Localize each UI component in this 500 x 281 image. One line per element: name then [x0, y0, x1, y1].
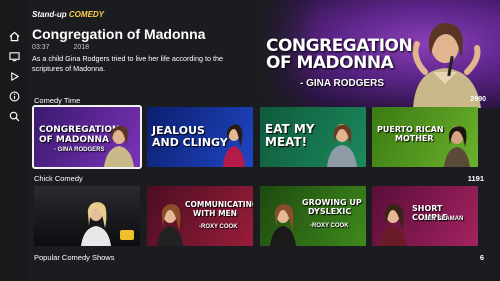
row-count: 6 [479, 253, 484, 262]
row-count: 1191 [467, 174, 484, 183]
comedian-illustration [412, 22, 481, 108]
sidebar [0, 0, 28, 281]
tile-puerto-rican-mother[interactable]: PUERTO RICAN MOTHER [372, 107, 478, 167]
page-title: Congregation of Madonna [32, 26, 206, 42]
year: 2018 [73, 44, 90, 51]
row-label: Comedy Time [34, 96, 81, 105]
comedian-thumbnail [157, 204, 183, 246]
search-icon [9, 111, 19, 121]
tile-title: PUERTO RICAN MOTHER [377, 125, 444, 143]
app-logo: Stand-up COMEDY [32, 10, 105, 19]
comedian-thumbnail [444, 126, 470, 167]
hero-art-byline: - GINA RODGERS [300, 78, 385, 89]
nav-search[interactable] [8, 110, 20, 122]
duration: 03:37 [32, 44, 50, 51]
featured-meta: 03:37 2018 [32, 44, 89, 51]
tile-title: COMMUNICATING WITH MEN [185, 200, 253, 218]
tile-title: GROWING UP DYSLEXIC [302, 198, 362, 216]
info-icon [9, 91, 19, 101]
row-label: Chick Comedy [34, 174, 83, 183]
tile-communicating-with-men[interactable]: COMMUNICATING WITH MEN -ROXY COOK [147, 186, 253, 246]
tile-byline: -JEN SEAMAN [422, 216, 464, 222]
comedian-thumbnail [223, 124, 245, 167]
nav-home[interactable] [8, 30, 20, 42]
tile-byline: -ROXY COOK [199, 224, 238, 230]
comedian-thumbnail [104, 125, 134, 167]
tile-jealous-and-clingy[interactable]: JEALOUS AND CLINGY [147, 107, 253, 167]
tv-icon [8, 51, 20, 61]
tile-chick-comedy-1[interactable] [34, 186, 140, 246]
home-icon [9, 31, 19, 41]
comedian-thumbnail [327, 124, 357, 167]
channel-badge [120, 230, 134, 240]
hero-count: 2990 [470, 96, 486, 103]
hero-art-title: CONGREGATION OF MADONNA [266, 36, 413, 73]
tile-short-couple[interactable]: SHORT COUPLE -JEN SEAMAN [372, 186, 478, 246]
nav-tv[interactable] [8, 50, 20, 62]
tile-growing-up-dyslexic[interactable]: GROWING UP DYSLEXIC -ROXY COOK [260, 186, 366, 246]
comedian-thumbnail [270, 204, 296, 246]
comedian-thumbnail [81, 202, 111, 246]
hero-banner: CONGREGATION OF MADONNA - GINA RODGERS 2… [258, 0, 500, 108]
tile-congregation-of-madonna[interactable]: CONGREGATION OF MADONNA - GINA RODGERS [32, 105, 142, 169]
comedian-thumbnail [380, 204, 406, 246]
featured-description: As a child Gina Rodgers tried to live he… [32, 54, 223, 73]
nav-play[interactable] [8, 70, 20, 82]
tile-byline: - GINA RODGERS [54, 147, 105, 153]
play-icon [10, 71, 19, 81]
tile-title: EAT MY MEAT! [265, 122, 315, 149]
nav-info[interactable] [8, 90, 20, 102]
tile-byline: -ROXY COOK [310, 223, 349, 229]
row-label: Popular Comedy Shows [34, 253, 115, 262]
tile-eat-my-meat[interactable]: EAT MY MEAT! [260, 107, 366, 167]
